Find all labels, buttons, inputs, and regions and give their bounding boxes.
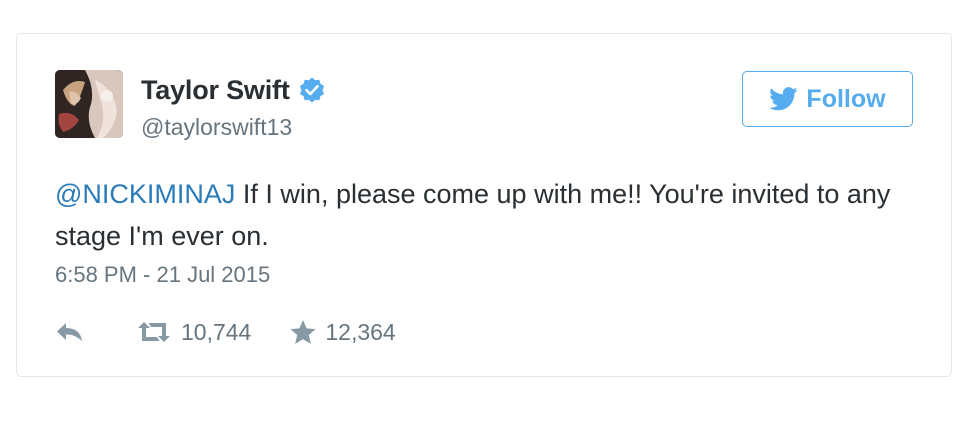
favorite-count: 12,364 bbox=[325, 318, 396, 345]
avatar[interactable] bbox=[55, 70, 123, 138]
retweet-button[interactable]: 10,744 bbox=[135, 319, 251, 346]
tweet-card: Taylor Swift @taylorswift13 Follow @NICK… bbox=[16, 33, 952, 377]
star-icon bbox=[290, 319, 316, 344]
retweet-icon bbox=[138, 322, 170, 342]
favorite-button[interactable]: 12,364 bbox=[289, 318, 396, 346]
twitter-bird-icon bbox=[769, 87, 798, 111]
user-handle[interactable]: @taylorswift13 bbox=[141, 114, 326, 141]
user-info: Taylor Swift @taylorswift13 bbox=[141, 74, 326, 141]
tweet-timestamp[interactable]: 6:58 PM - 21 Jul 2015 bbox=[55, 262, 270, 288]
retweet-count: 10,744 bbox=[181, 318, 252, 345]
verified-badge-icon bbox=[298, 76, 326, 104]
tweet-text: @NICKIMINAJ If I win, please come up wit… bbox=[55, 173, 915, 257]
avatar-image bbox=[55, 70, 123, 138]
follow-button[interactable]: Follow bbox=[742, 71, 913, 127]
follow-label: Follow bbox=[806, 84, 886, 113]
display-name[interactable]: Taylor Swift bbox=[141, 75, 290, 106]
reply-button[interactable] bbox=[55, 321, 85, 343]
mention-link[interactable]: @NICKIMINAJ bbox=[55, 179, 235, 209]
reply-icon bbox=[57, 323, 82, 341]
tweet-actions: 10,744 12,364 bbox=[55, 317, 396, 347]
